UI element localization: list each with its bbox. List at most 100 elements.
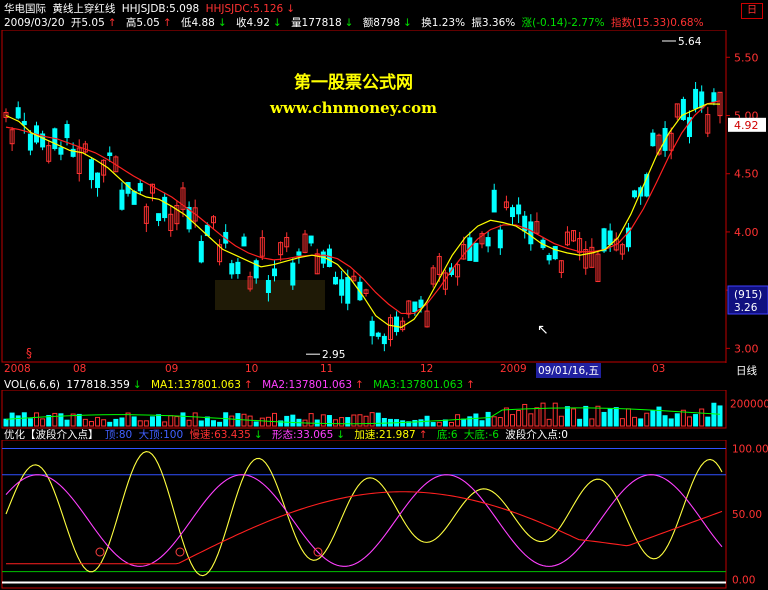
section-icon: § [26,346,32,360]
volume-bar [686,416,692,427]
volume-bar [101,419,107,427]
volume-bar [180,412,186,427]
volume-bar [589,418,595,427]
volume-bar [638,418,644,427]
watermark-url: www.chnmoney.com [270,99,437,117]
volume-bar [113,418,119,427]
volume-bar [137,420,143,427]
volume-bar [552,402,558,427]
volume-bar [229,415,235,427]
entry-point-marker [175,547,185,557]
volume-bar [448,421,454,427]
volume-bar [601,411,607,427]
volume-bar [607,408,613,427]
price-tick-label: 5.50 [734,51,759,64]
volume-bar [625,408,631,427]
stock-name: 华电国际 [4,3,46,15]
candle-body [485,237,491,247]
slow-line [6,491,723,565]
volume-bar [253,421,259,427]
candle-body [473,242,479,262]
oscillator-chart[interactable]: 0.00 50.00 100.00 [0,440,768,590]
volume-bar [333,419,339,427]
candle-body [711,92,717,102]
candle-body [58,147,64,155]
ohlc-volume: 量177818 ↓ [291,17,354,29]
period-button[interactable]: 日线 [736,363,757,378]
candle-body [546,254,552,261]
volume-bar [656,406,662,427]
watermark: 第一股票公式网 www.chnmoney.com [270,68,437,117]
volume-bar [284,415,290,427]
candle-body [95,172,101,188]
volume-bar [204,416,210,427]
ohlc-change: 涨(-0.14)-2.77% [521,17,605,29]
mouse-pointer-icon: ↖ [537,322,549,338]
volume-bar [131,416,137,427]
volume-bar [339,417,345,427]
ohlc-open: 开5.05 ↑ [70,17,117,29]
period-label: (915) [734,289,762,301]
ohlc-low: 低4.88 ↓ [180,17,227,29]
candle-body [339,279,345,296]
ohlc-close: 收4.92 ↓ [236,17,282,29]
volume-bar [95,416,101,427]
volume-bar [699,408,705,427]
osc-tick-label: 100.00 [732,444,768,456]
volume-bar [119,417,125,427]
volume-bar [52,412,58,427]
volume-bar [27,418,33,427]
candle-body [107,152,113,156]
candle-body [333,276,339,285]
volume-bar [674,413,680,427]
ohlc-turnover: 换1.23% [421,17,466,29]
candle-body [137,183,143,192]
candle-body [497,229,503,249]
price-tick-label: 4.00 [734,226,759,239]
candle-body [27,133,33,151]
volume-bar [473,413,479,427]
volume-bar [436,421,442,427]
volume-bar [320,414,326,427]
candle-body [607,230,613,246]
volume-bar [9,412,15,427]
date-label: 08 [73,363,87,375]
volume-bar [711,402,717,427]
candle-body [394,316,400,333]
volume-bar [3,418,9,427]
low-label: 2.95 [322,349,345,361]
date-label: 10 [245,363,259,375]
candle-body [510,207,516,218]
volume-bar [479,420,485,427]
candle-body [15,107,21,119]
volume-bar [680,409,686,427]
title-row: 华电国际 黄线上穿红线 HHJSJDB:5.098 HHJSJDC:5.126 ↓ [4,3,298,16]
volume-bar [668,418,674,427]
candle-body [375,332,381,337]
chart-window-icon[interactable]: 日 [741,3,763,19]
date-label: 2009 [500,363,527,375]
volume-bar [546,418,552,427]
volume-bar [174,416,180,427]
volume-bar [82,418,88,427]
volume-bar [619,418,625,427]
candle-body [381,335,387,345]
candle-body [308,235,314,244]
ohlc-amount: 额8798 ↓ [362,17,412,29]
date-label: 09 [165,363,179,375]
volume-bar [162,421,168,427]
candle-body [369,320,375,337]
volume-bar [491,416,497,427]
volume-chart[interactable]: 200000 [0,390,768,430]
candle-body [290,262,296,286]
osc-tick-label: 0.00 [732,574,755,586]
date-axis: 2008 08 09 10 11 12 2009 09/01/16,五 03 [0,363,728,378]
price-tick-label: 3.00 [734,342,759,355]
candle-body [131,190,137,205]
volume-bar [168,415,174,427]
volume-bar [198,420,204,427]
volume-bar [442,419,448,427]
volume-bar [326,415,332,427]
volume-bar [192,412,198,427]
shape-line [5,474,723,567]
